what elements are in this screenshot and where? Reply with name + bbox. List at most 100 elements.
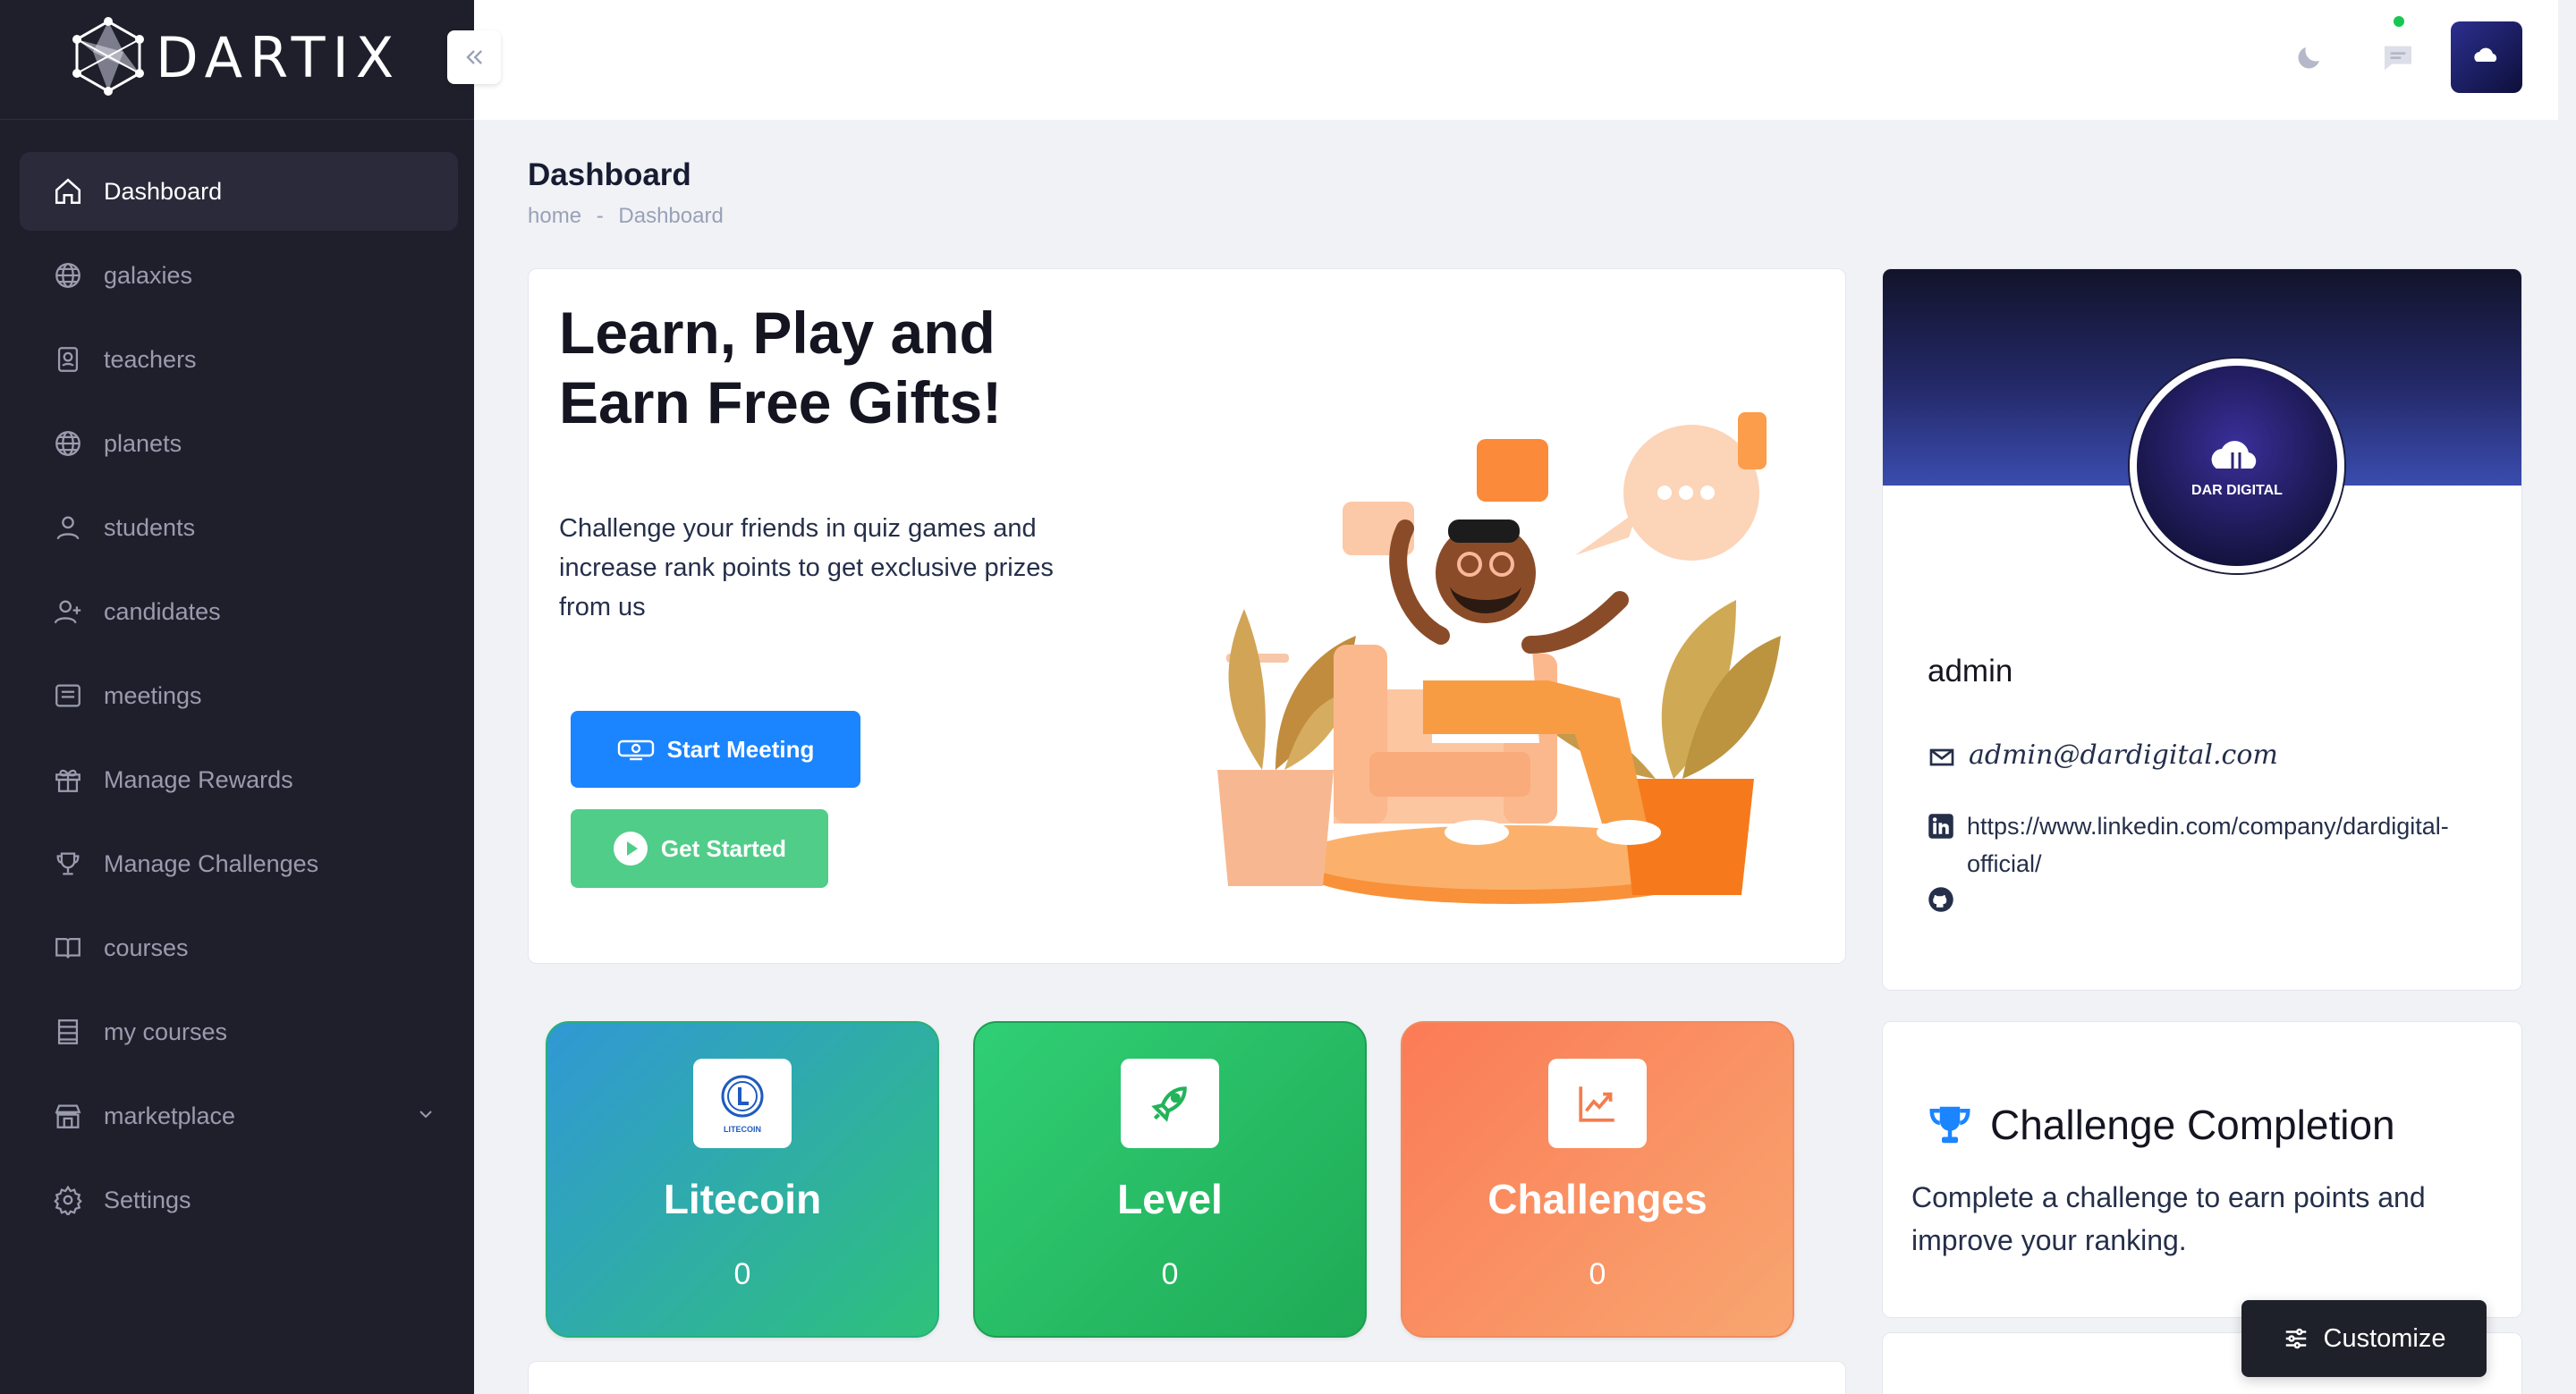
sidebar-item-label: planets [104,429,182,457]
hero-title: Learn, Play and Earn Free Gifts! [559,300,1003,435]
sidebar-item-label: teachers [104,345,197,373]
customize-button[interactable]: Customize [2241,1300,2487,1377]
sidebar-item-label: candidates [104,597,221,625]
sidebar-item-manage-challenges[interactable]: Manage Challenges [20,824,458,903]
sidebar-item-teachers[interactable]: teachers [20,320,458,399]
user-icon [50,510,86,545]
stat-value: 0 [1161,1257,1179,1291]
breadcrumb-current: Dashboard [618,204,724,228]
messages-button[interactable] [2376,36,2420,80]
top-header [474,0,2576,120]
challenge-title-row: Challenge Completion [1926,1101,2395,1149]
profile-github-row [1928,886,1954,913]
page-title: Dashboard [528,157,691,192]
sidebar-item-settings[interactable]: Settings [20,1161,458,1239]
page-scrollbar[interactable] [2558,0,2576,1394]
gift-icon [50,762,86,798]
mail-icon [1929,748,1954,766]
shop-icon [50,1098,86,1134]
sidebar-item-label: my courses [104,1018,228,1045]
breadcrumb-home[interactable]: home [528,204,581,228]
list-icon [50,1014,86,1050]
customize-label: Customize [2323,1323,2446,1353]
get-started-button[interactable]: Get Started [571,809,828,888]
stat-label: Litecoin [663,1176,822,1222]
brand-name: DARTIX [156,25,402,90]
hero-card: Learn, Play and Earn Free Gifts! Challen… [528,268,1846,964]
sidebar-item-my-courses[interactable]: my courses [20,993,458,1071]
github-icon[interactable] [1928,886,1954,913]
badge-icon [50,342,86,377]
profile-card: DAR DIGITAL admin admin@dardigital.com h… [1882,268,2522,991]
sidebar-item-courses[interactable]: courses [20,908,458,987]
sidebar-item-label: marketplace [104,1102,236,1129]
sidebar-item-label: Manage Rewards [104,765,293,793]
stat-card-challenges[interactable]: Challenges 0 [1401,1021,1794,1338]
litecoin-icon-caption: LITECOIN [724,1125,761,1134]
start-meeting-button[interactable]: Start Meeting [571,711,860,788]
sidebar: DARTIX Dashboard galaxies teachers plane… [0,0,474,1394]
profile-linkedin-link[interactable]: https://www.linkedin.com/company/dardigi… [1967,807,2518,883]
stat-icon-box [1121,1059,1219,1148]
sidebar-item-label: students [104,513,196,541]
sidebar-item-meetings[interactable]: meetings [20,656,458,735]
stat-card-level[interactable]: Level 0 [973,1021,1367,1338]
message-square-icon [50,678,86,714]
double-chevron-left-icon [466,50,482,64]
stat-label: Level [1117,1176,1223,1222]
sidebar-item-dashboard[interactable]: Dashboard [20,152,458,231]
stat-label: Challenges [1487,1176,1707,1222]
theme-toggle-button[interactable] [2286,36,2331,80]
dar-digital-logo-icon [2474,47,2497,62]
sidebar-collapse-button[interactable] [447,30,501,84]
gear-icon [50,1182,86,1218]
home-icon [50,173,86,209]
user-plus-icon [50,594,86,629]
sidebar-item-label: meetings [104,681,202,709]
next-card [528,1361,1846,1394]
profile-name: admin [1928,654,2013,689]
sidebar-item-label: courses [104,934,189,961]
sidebar-item-manage-rewards[interactable]: Manage Rewards [20,740,458,819]
globe-icon [50,258,86,293]
sidebar-item-candidates[interactable]: candidates [20,572,458,651]
get-started-label: Get Started [660,834,787,862]
profile-email[interactable]: admin@dardigital.com [1969,739,2278,771]
sidebar-item-marketplace[interactable]: marketplace [20,1077,458,1155]
chart-icon [1579,1086,1614,1122]
challenge-title: Challenge Completion [1990,1102,2395,1148]
profile-avatar-caption: DAR DIGITAL [2191,483,2283,498]
dar-digital-logo-icon [2211,441,2257,469]
linkedin-icon [1928,814,1953,839]
user-avatar-button[interactable] [2451,21,2522,93]
trophy-icon [1929,1106,1970,1144]
challenge-completion-card: Challenge Completion Complete a challeng… [1882,1021,2522,1318]
challenge-description: Complete a challenge to earn points and … [1911,1181,2426,1256]
hero-illustration [1217,412,1781,904]
video-call-icon [617,739,654,761]
sidebar-item-students[interactable]: students [20,488,458,567]
sidebar-item-label: Settings [104,1186,191,1213]
moon-icon [2298,47,2319,69]
profile-email-row: admin@dardigital.com [1928,739,2278,772]
start-meeting-label: Start Meeting [666,735,815,763]
sidebar-item-label: galaxies [104,261,193,289]
stat-icon-box [1548,1059,1647,1148]
breadcrumb-separator: - [596,204,604,228]
notification-dot [2394,16,2404,27]
brand: DARTIX [0,0,474,120]
profile-linkedin-row: https://www.linkedin.com/company/dardigi… [1928,807,2518,883]
sidebar-item-planets[interactable]: planets [20,404,458,483]
trophy-icon [50,846,86,882]
hero-description: Challenge your friends in quiz games and… [559,514,1054,621]
chat-icon [2385,46,2411,71]
stat-icon-box: LITECOIN [693,1059,792,1148]
sidebar-item-galaxies[interactable]: galaxies [20,236,458,315]
chevron-down-icon[interactable] [415,1103,436,1131]
litecoin-icon: LITECOIN [721,1075,764,1134]
play-circle-icon [613,832,648,866]
sidebar-item-label: Manage Challenges [104,849,319,877]
rocket-icon [1151,1086,1187,1122]
stat-card-litecoin[interactable]: LITECOIN Litecoin 0 [546,1021,939,1338]
sidebar-item-label: Dashboard [104,177,223,205]
